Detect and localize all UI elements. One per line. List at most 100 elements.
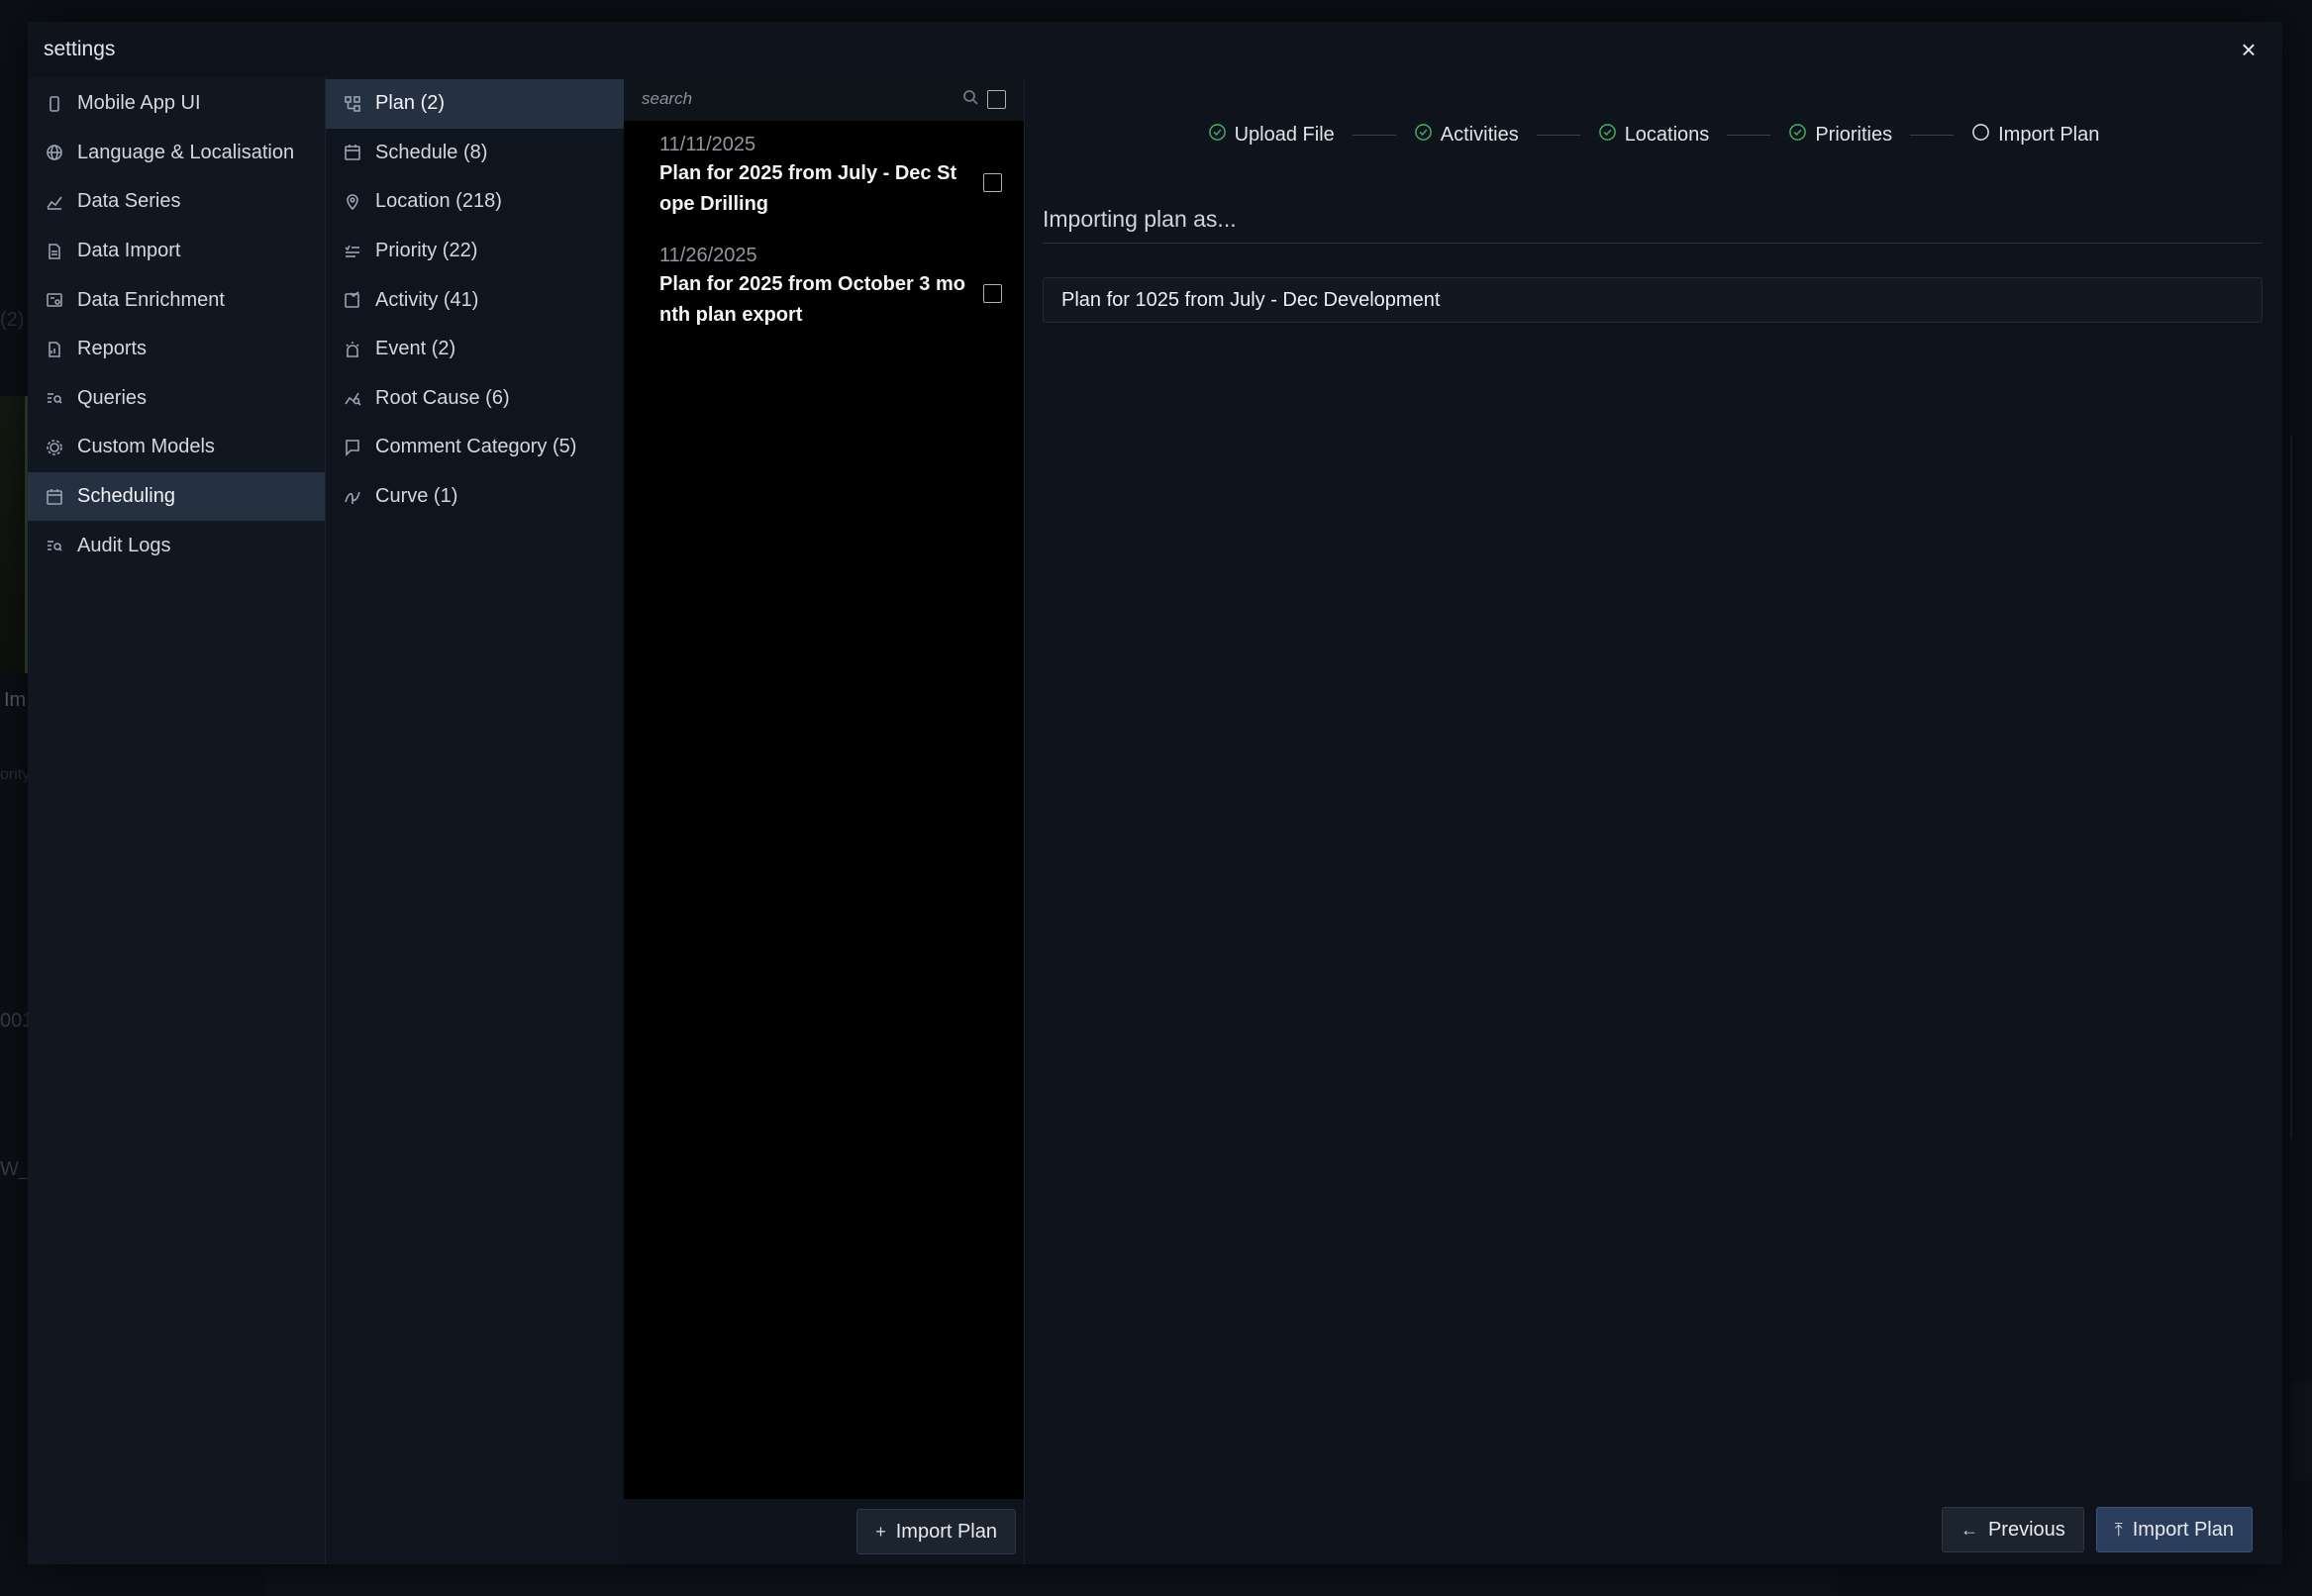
category-scheduling[interactable]: Scheduling bbox=[28, 471, 325, 522]
category-label: Data Series bbox=[77, 190, 181, 213]
enrich-icon bbox=[46, 291, 63, 309]
category-label: Queries bbox=[77, 386, 148, 409]
document-icon bbox=[46, 243, 63, 260]
phone-icon bbox=[46, 95, 63, 113]
import-plan-submit-label: Import Plan bbox=[2132, 1518, 2234, 1541]
search-bar bbox=[624, 77, 1024, 121]
plan-date: 11/11/2025 bbox=[659, 134, 756, 155]
step-priorities: Priorities bbox=[1788, 123, 1892, 148]
previous-label: Previous bbox=[1987, 1518, 2065, 1541]
category-language-localisation[interactable]: Language & Localisation bbox=[28, 129, 325, 178]
query-icon bbox=[46, 389, 63, 407]
plan-icon bbox=[344, 95, 361, 113]
step-connector bbox=[1352, 134, 1396, 136]
import-plan-submit-button[interactable]: ⤒ Import Plan bbox=[2095, 1507, 2253, 1552]
category-queries[interactable]: Queries bbox=[28, 374, 325, 424]
category-audit-logs[interactable]: Audit Logs bbox=[28, 521, 325, 570]
wizard-steps: Upload File Activities Locations Priorit… bbox=[1025, 119, 2282, 150]
search-input[interactable] bbox=[642, 89, 954, 109]
category-data-enrichment[interactable]: Data Enrichment bbox=[28, 275, 325, 325]
import-plan-label: Import Plan bbox=[895, 1520, 997, 1543]
globe-icon bbox=[46, 144, 63, 161]
step-activities: Activities bbox=[1414, 123, 1519, 148]
category-data-import[interactable]: Data Import bbox=[28, 227, 325, 276]
step-import-plan: Import Plan bbox=[1971, 123, 2099, 148]
modal-title: settings bbox=[44, 38, 116, 60]
check-circle-icon bbox=[1598, 123, 1617, 148]
check-circle-icon bbox=[1788, 123, 1807, 148]
subcategory-curve[interactable]: Curve (1) bbox=[326, 472, 624, 522]
select-all-checkbox[interactable] bbox=[987, 89, 1006, 109]
plan-checkbox[interactable] bbox=[983, 284, 1002, 303]
subcategory-label: Curve (1) bbox=[375, 485, 458, 508]
plus-icon: + bbox=[875, 1521, 886, 1542]
upload-icon: ⤒ bbox=[2114, 1519, 2123, 1540]
background-text: ority bbox=[0, 766, 31, 783]
plan-checkbox[interactable] bbox=[983, 173, 1002, 192]
category-mobile-app-ui[interactable]: Mobile App UI bbox=[28, 79, 325, 129]
circle-icon bbox=[1971, 123, 1990, 148]
category-label: Reports bbox=[77, 338, 148, 360]
subcategory-label: Priority (22) bbox=[375, 240, 478, 262]
search-icon[interactable] bbox=[961, 88, 979, 111]
subcategory-priority[interactable]: Priority (22) bbox=[326, 227, 624, 276]
subcategory-label: Comment Category (5) bbox=[375, 436, 577, 458]
list-item[interactable]: 11/11/2025 Plan for 2025 from July - Dec… bbox=[624, 131, 1024, 220]
settings-modal: settings × Mobile App UI Language & Loca… bbox=[28, 22, 2282, 1564]
plan-name: Plan for 2025 from July - Dec Stope Dril… bbox=[659, 162, 957, 215]
calendar-icon bbox=[46, 488, 63, 506]
chart-icon bbox=[46, 193, 63, 211]
pin-icon bbox=[344, 193, 361, 211]
root-cause-icon bbox=[344, 389, 361, 407]
step-connector bbox=[1910, 134, 1955, 136]
step-connector bbox=[1536, 134, 1580, 136]
step-label: Priorities bbox=[1815, 123, 1893, 146]
category-label: Scheduling bbox=[77, 485, 175, 508]
category-label: Audit Logs bbox=[77, 534, 171, 556]
model-icon bbox=[46, 439, 63, 456]
category-label: Mobile App UI bbox=[77, 92, 201, 115]
step-label: Upload File bbox=[1234, 123, 1335, 146]
subcategory-comment-category[interactable]: Comment Category (5) bbox=[326, 423, 624, 472]
plan-name-field[interactable] bbox=[1043, 277, 2262, 323]
subcategory-label: Schedule (8) bbox=[375, 141, 488, 163]
step-locations: Locations bbox=[1598, 123, 1710, 148]
step-label: Locations bbox=[1624, 123, 1710, 146]
background-text: (2) bbox=[0, 309, 25, 331]
subcategory-label: Root Cause (6) bbox=[375, 386, 510, 409]
subcategory-plan[interactable]: Plan (2) bbox=[326, 79, 624, 129]
event-icon bbox=[344, 341, 361, 358]
subcategory-schedule[interactable]: Schedule (8) bbox=[326, 129, 624, 178]
close-button[interactable]: × bbox=[2231, 32, 2266, 67]
report-icon bbox=[46, 341, 63, 358]
importing-heading: Importing plan as... bbox=[1043, 206, 2262, 244]
step-connector bbox=[1727, 134, 1771, 136]
step-label: Import Plan bbox=[1998, 123, 2100, 146]
import-wizard-panel: Upload File Activities Locations Priorit… bbox=[1024, 77, 2282, 1564]
subcategory-activity[interactable]: Activity (41) bbox=[326, 275, 624, 325]
check-circle-icon bbox=[1414, 123, 1433, 148]
import-plan-button[interactable]: + Import Plan bbox=[856, 1509, 1016, 1554]
subcategory-location[interactable]: Location (218) bbox=[326, 177, 624, 227]
previous-button[interactable]: ← Previous bbox=[1941, 1507, 2084, 1552]
subcategory-event[interactable]: Event (2) bbox=[326, 325, 624, 374]
background-text: Im bbox=[4, 689, 27, 711]
category-label: Custom Models bbox=[77, 436, 215, 458]
background-panel-edge bbox=[0, 396, 28, 673]
list-item[interactable]: 11/26/2025 Plan for 2025 from October 3 … bbox=[624, 242, 1024, 331]
plan-list-panel: 11/11/2025 Plan for 2025 from July - Dec… bbox=[624, 77, 1024, 1564]
audit-icon bbox=[46, 537, 63, 554]
category-data-series[interactable]: Data Series bbox=[28, 177, 325, 227]
category-custom-models[interactable]: Custom Models bbox=[28, 423, 325, 472]
subcategory-label: Activity (41) bbox=[375, 288, 479, 311]
subcategory-label: Plan (2) bbox=[375, 92, 446, 115]
subcategory-root-cause[interactable]: Root Cause (6) bbox=[326, 374, 624, 424]
step-label: Activities bbox=[1440, 123, 1519, 146]
scheduling-subcategory-list: Plan (2) Schedule (8) Location (218) Pri… bbox=[325, 77, 624, 1564]
category-reports[interactable]: Reports bbox=[28, 325, 325, 374]
priority-icon bbox=[344, 243, 361, 260]
comment-icon bbox=[344, 439, 361, 456]
background-bottom-bar bbox=[267, 1566, 1837, 1596]
step-upload-file: Upload File bbox=[1208, 123, 1335, 148]
settings-category-list: Mobile App UI Language & Localisation Da… bbox=[28, 77, 325, 1564]
